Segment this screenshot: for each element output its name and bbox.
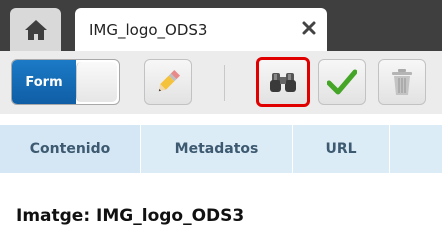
search-button[interactable] (256, 57, 310, 107)
trash-icon (392, 69, 412, 95)
form-toggle-knob[interactable] (76, 62, 117, 102)
tab-contenido[interactable]: Contenido (0, 125, 141, 173)
checkmark-icon (327, 69, 357, 95)
toolbar: Form (0, 51, 442, 114)
toolbar-separator (224, 65, 225, 101)
pencil-icon (158, 69, 181, 92)
close-tab-button[interactable] (299, 18, 319, 38)
tab-strip: IMG_logo_ODS3 (0, 0, 442, 51)
edit-button[interactable] (144, 59, 192, 105)
close-icon (302, 21, 316, 35)
tab-metadatos[interactable]: Metadatos (141, 125, 293, 173)
section-tabs: Contenido Metadatos URL (0, 114, 442, 176)
document-tab[interactable]: IMG_logo_ODS3 (75, 8, 327, 51)
home-tab[interactable] (10, 8, 61, 51)
page-title: Imatge: IMG_logo_ODS3 (16, 206, 245, 226)
accept-button[interactable] (318, 59, 366, 105)
tab-url[interactable]: URL (293, 125, 390, 173)
document-tab-title: IMG_logo_ODS3 (89, 21, 208, 39)
home-icon (24, 19, 47, 40)
delete-button[interactable] (378, 59, 426, 105)
form-toggle-label: Form (12, 60, 76, 104)
binoculars-icon (270, 73, 296, 92)
tab-empty (390, 125, 442, 173)
form-toggle[interactable]: Form (11, 59, 120, 105)
